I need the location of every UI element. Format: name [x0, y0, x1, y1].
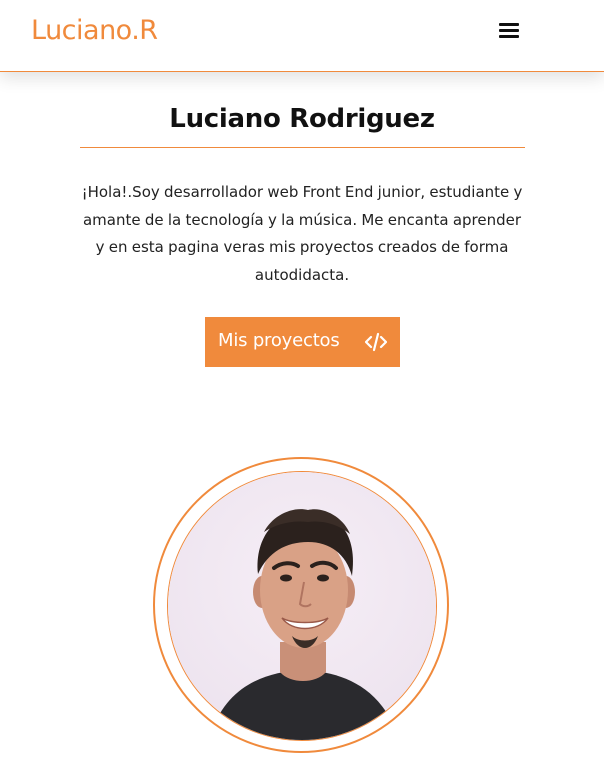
menu-line	[499, 29, 519, 32]
menu-line	[499, 35, 519, 38]
projects-button[interactable]: Mis proyectos	[205, 317, 400, 367]
hamburger-menu-icon[interactable]	[496, 20, 522, 42]
site-header: Luciano.R	[0, 0, 604, 72]
menu-line	[499, 23, 519, 26]
intro-text: ¡Hola!.Soy desarrollador web Front End j…	[81, 183, 523, 284]
site-logo[interactable]: Luciano.R	[31, 15, 158, 46]
code-icon	[365, 332, 387, 352]
title-divider	[80, 147, 525, 148]
profile-photo-illustration	[168, 472, 436, 740]
profile-photo	[167, 471, 437, 741]
projects-button-label: Mis proyectos	[218, 330, 340, 351]
page-title: Luciano Rodriguez	[169, 104, 435, 134]
